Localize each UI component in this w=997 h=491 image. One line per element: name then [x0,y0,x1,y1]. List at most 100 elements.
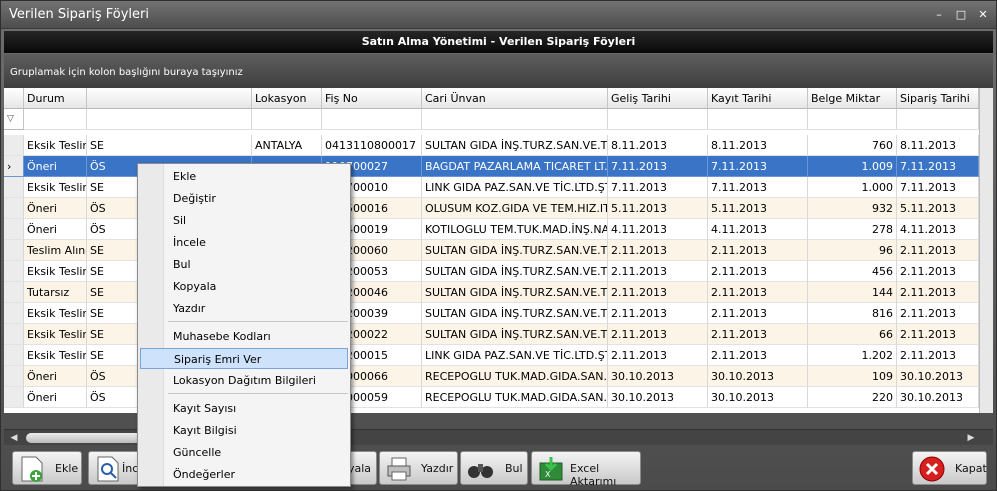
table-cell: 4.11.2013 [708,219,808,240]
filter-cell[interactable] [897,109,979,130]
minimize-button[interactable]: – [930,7,948,23]
scroll-right-icon[interactable]: ▶ [964,431,978,445]
table-cell: LINK GIDA PAZ.SAN.VE TİC.LTD.ŞTİ [422,345,608,366]
add-document-icon [21,456,43,482]
table-cell: 2.11.2013 [897,345,979,366]
column-header[interactable]: Cari Ünvan [422,88,608,109]
table-cell: 2.11.2013 [708,303,808,324]
table-cell: 7.11.2013 [897,156,979,177]
table-cell: 30.10.2013 [708,366,808,387]
filter-cell[interactable] [422,109,608,130]
table-cell: 7.11.2013 [708,156,808,177]
table-cell: 2.11.2013 [608,303,708,324]
menu-item[interactable]: Öndeğerler [140,464,348,485]
menu-item[interactable]: Muhasebe Kodları [140,326,348,347]
table-cell: 2.11.2013 [608,282,708,303]
table-cell: 1.202 [808,345,897,366]
table-cell: 220 [808,387,897,408]
table-cell: 66 [808,324,897,345]
filter-cell[interactable] [608,109,708,130]
filter-cell[interactable] [252,109,322,130]
title-bar: Verilen Sipariş Föyleri – □ ✕ [1,1,996,29]
group-panel[interactable]: Gruplamak için kolon başlığını buraya ta… [4,54,993,88]
menu-item[interactable]: Kayıt Bilgisi [140,420,348,441]
row-indicator [4,198,24,219]
column-header[interactable] [87,88,252,109]
table-row[interactable]: Eksik Teslim SE ANTALYA 0413110800017 SULTAN… [4,135,979,156]
row-indicator [4,303,24,324]
menu-item[interactable]: Kopyala [140,276,348,297]
row-indicator [4,240,24,261]
table-cell: RECEPOGLU TUK.MAD.GIDA.SAN.... [422,366,608,387]
table-cell: 7.11.2013 [608,156,708,177]
table-cell: 30.10.2013 [708,387,808,408]
group-panel-hint: Gruplamak için kolon başlığını buraya ta… [10,67,243,78]
filter-cell[interactable] [708,109,808,130]
menu-item[interactable]: Sil [140,210,348,231]
table-cell: 2.11.2013 [708,261,808,282]
column-header[interactable]: Durum [24,88,87,109]
maximize-button[interactable]: □ [952,7,970,23]
scroll-left-icon[interactable]: ◀ [7,431,21,445]
table-cell: SE [87,135,252,156]
page-header: Satın Alma Yönetimi - Verilen Sipariş Fö… [4,31,993,53]
column-header[interactable]: Fiş No [322,88,422,109]
filter-cell[interactable] [322,109,422,130]
table-cell: 96 [808,240,897,261]
column-header[interactable]: Sipariş Tarihi [897,88,979,109]
menu-item[interactable]: Lokasyon Dağıtım Bilgileri [140,370,348,391]
printer-icon [387,457,411,481]
table-cell: 2.11.2013 [608,261,708,282]
menu-item[interactable]: Ekle [140,166,348,187]
table-cell: SULTAN GIDA İNŞ.TURZ.SAN.VE.T... [422,261,608,282]
table-cell: 8.11.2013 [608,135,708,156]
table-cell: 2.11.2013 [608,324,708,345]
menu-separator [168,321,348,322]
table-cell: 1.000 [808,177,897,198]
column-header[interactable]: Geliş Tarihi [608,88,708,109]
filter-row[interactable]: ▽ [4,109,979,130]
table-cell: Eksik Teslim [24,324,87,345]
menu-item[interactable]: Kayıt Sayısı [140,398,348,419]
inspect-icon [97,456,119,482]
table-cell: 456 [808,261,897,282]
grid-header[interactable]: Durum Lokasyon Fiş No Cari Ünvan Geliş Tarih… [4,88,979,109]
table-cell: 7.11.2013 [897,177,979,198]
menu-item[interactable]: Yazdır [140,298,348,319]
menu-item[interactable]: Güncelle [140,442,348,463]
table-cell: 8.11.2013 [708,135,808,156]
table-cell: Eksik Teslim [24,303,87,324]
column-header[interactable]: Lokasyon [252,88,322,109]
filter-cell[interactable] [808,109,897,130]
table-cell: 2.11.2013 [708,324,808,345]
table-cell: 30.10.2013 [897,366,979,387]
kapat-button[interactable]: Kapat [912,451,987,485]
binoculars-icon [468,464,493,478]
table-cell: Öneri [24,387,87,408]
table-cell: 932 [808,198,897,219]
menu-item[interactable]: Bul [140,254,348,275]
menu-item[interactable]: İncele [140,232,348,253]
table-cell: 1.009 [808,156,897,177]
excel-export-button[interactable]: X Excel Aktarımı [531,451,641,488]
filter-cell[interactable] [24,109,87,130]
menu-item[interactable]: Sipariş Emri Ver [140,348,348,369]
menu-separator [168,393,348,394]
table-cell: SULTAN GIDA İNŞ.TURZ.SAN.VE.T... [422,240,608,261]
table-cell: Eksik Teslim [24,177,87,198]
column-header[interactable]: Kayıt Tarihi [708,88,808,109]
menu-item[interactable]: Değiştir [140,188,348,209]
row-indicator [4,177,24,198]
column-header[interactable]: Belge Miktar [808,88,897,109]
window-title: Verilen Sipariş Föyleri [9,7,149,22]
table-cell: 30.10.2013 [897,387,979,408]
table-cell: Öneri [24,156,87,177]
ekle-button[interactable]: Ekle [12,451,82,485]
table-cell: Öneri [24,219,87,240]
filter-cell[interactable] [87,109,252,130]
vertical-scrollbar[interactable] [979,88,993,413]
table-cell: SULTAN GIDA İNŞ.TURZ.SAN.VE.T... [422,303,608,324]
close-button[interactable]: ✕ [974,7,992,23]
bul-button[interactable]: Bul [460,451,528,485]
yazdir-button[interactable]: Yazdır [379,451,458,485]
